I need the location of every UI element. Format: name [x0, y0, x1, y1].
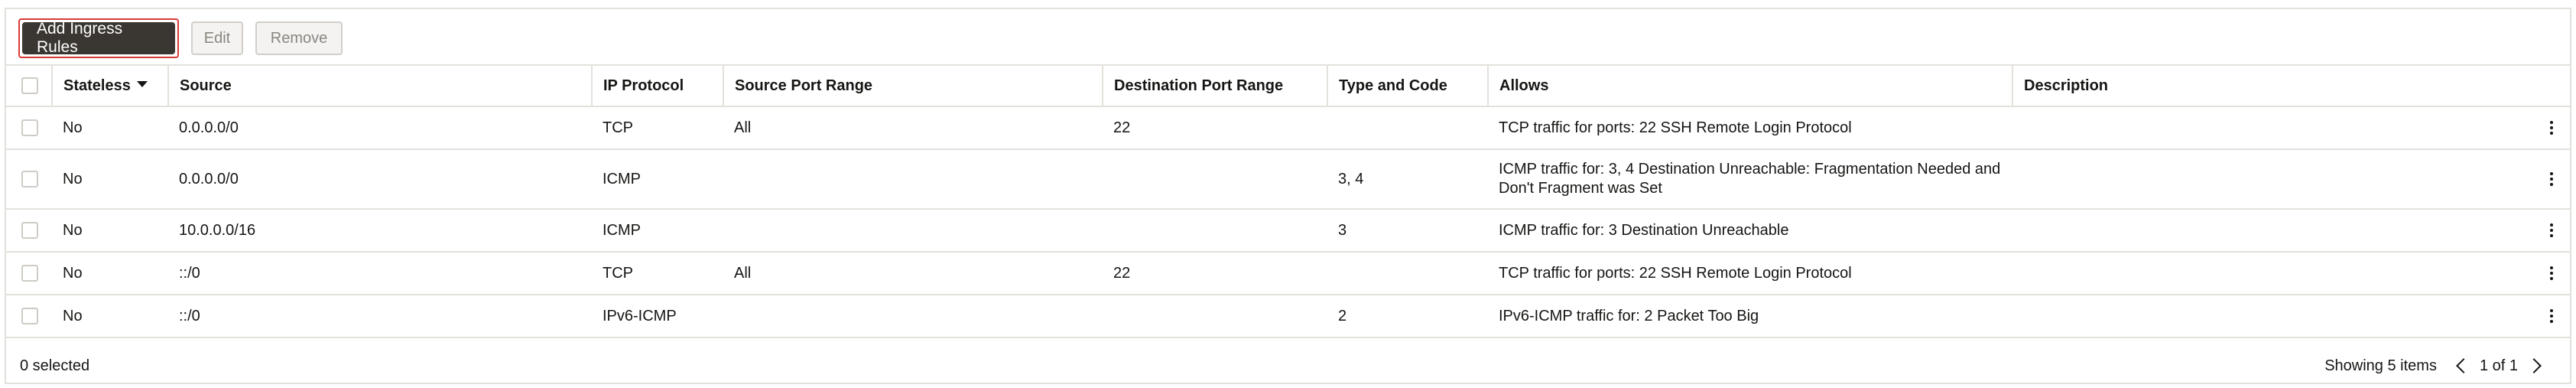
cell-description: [2012, 295, 2570, 338]
remove-button[interactable]: Remove: [255, 21, 343, 55]
edit-button[interactable]: Edit: [191, 21, 243, 55]
pagination: Showing 5 items 1 of 1: [2324, 357, 2555, 375]
kebab-menu-icon[interactable]: [2544, 223, 2559, 237]
ingress-rules-table: Stateless Source IP Protocol Source Port…: [6, 64, 2570, 338]
page-indicator: 1 of 1: [2479, 357, 2518, 374]
cell-source: 10.0.0.0/16: [168, 209, 592, 253]
header-ip-protocol[interactable]: IP Protocol: [591, 64, 723, 107]
cell-source: 0.0.0.0/0: [168, 149, 592, 210]
cell-source-port-range: [723, 149, 1103, 210]
row-select-cell: [6, 106, 52, 150]
cell-destination-port-range: [1103, 209, 1327, 253]
cell-type-and-code: 3: [1327, 209, 1488, 253]
header-description[interactable]: Description: [2012, 64, 2570, 107]
header-select-all: [6, 64, 52, 107]
cell-type-and-code: 3, 4: [1327, 149, 1488, 210]
cell-ip-protocol: ICMP: [592, 209, 723, 253]
row-checkbox[interactable]: [21, 308, 38, 324]
header-type-and-code[interactable]: Type and Code: [1327, 64, 1488, 107]
header-stateless[interactable]: Stateless: [51, 64, 168, 107]
cell-allows: ICMP traffic for: 3, 4 Destination Unrea…: [1488, 149, 2012, 210]
table-row[interactable]: No ::/0 TCP All 22 TCP traffic for ports…: [6, 252, 2570, 295]
toolbar: Add Ingress Rules Edit Remove: [18, 18, 343, 58]
cell-source-port-range: [723, 295, 1103, 338]
cell-destination-port-range: 22: [1103, 252, 1327, 295]
cell-destination-port-range: 22: [1103, 106, 1327, 150]
row-checkbox[interactable]: [21, 265, 38, 282]
cell-description: [2012, 149, 2570, 210]
cell-ip-protocol: IPv6-ICMP: [592, 295, 723, 338]
cell-source-port-range: All: [723, 106, 1103, 150]
table-row[interactable]: No ::/0 IPv6-ICMP 2 IPv6-ICMP traffic fo…: [6, 295, 2570, 338]
cell-source-port-range: [723, 209, 1103, 253]
ingress-rules-panel: Add Ingress Rules Edit Remove Stateless …: [5, 8, 2571, 384]
chevron-left-icon[interactable]: [2456, 358, 2471, 373]
cell-description: [2012, 209, 2570, 253]
sort-descending-icon[interactable]: [136, 81, 148, 88]
kebab-menu-icon[interactable]: [2544, 172, 2559, 186]
cell-stateless: No: [52, 209, 168, 253]
showing-items-text: Showing 5 items: [2324, 357, 2437, 374]
header-source[interactable]: Source: [167, 64, 592, 107]
table-header-row: Stateless Source IP Protocol Source Port…: [6, 64, 2570, 107]
kebab-menu-icon[interactable]: [2544, 121, 2559, 135]
row-checkbox[interactable]: [21, 171, 38, 187]
cell-type-and-code: 2: [1327, 295, 1488, 338]
cell-source: 0.0.0.0/0: [168, 106, 592, 150]
cell-destination-port-range: [1103, 149, 1327, 210]
kebab-menu-icon[interactable]: [2544, 309, 2559, 323]
table-row[interactable]: No 0.0.0.0/0 TCP All 22 TCP traffic for …: [6, 106, 2570, 150]
cell-ip-protocol: ICMP: [592, 149, 723, 210]
cell-stateless: No: [52, 252, 168, 295]
add-ingress-rules-button[interactable]: Add Ingress Rules: [22, 20, 175, 56]
cell-ip-protocol: TCP: [592, 252, 723, 295]
kebab-menu-icon[interactable]: [2544, 266, 2559, 280]
cell-ip-protocol: TCP: [592, 106, 723, 150]
table-row[interactable]: No 10.0.0.0/16 ICMP 3 ICMP traffic for: …: [6, 209, 2570, 253]
chevron-right-icon[interactable]: [2526, 358, 2542, 373]
cell-allows: TCP traffic for ports: 22 SSH Remote Log…: [1488, 106, 2012, 150]
header-stateless-label: Stateless: [63, 77, 131, 94]
cell-destination-port-range: [1103, 295, 1327, 338]
header-allows[interactable]: Allows: [1487, 64, 2012, 107]
cell-stateless: No: [52, 106, 168, 150]
row-select-cell: [6, 252, 52, 295]
cell-source: ::/0: [168, 295, 592, 338]
cell-allows: TCP traffic for ports: 22 SSH Remote Log…: [1488, 252, 2012, 295]
header-source-port-range[interactable]: Source Port Range: [723, 64, 1103, 107]
cell-stateless: No: [52, 149, 168, 210]
row-checkbox[interactable]: [21, 222, 38, 239]
cell-source-port-range: All: [723, 252, 1103, 295]
cell-allows: IPv6-ICMP traffic for: 2 Packet Too Big: [1488, 295, 2012, 338]
cell-source: ::/0: [168, 252, 592, 295]
add-button-focus-ring: Add Ingress Rules: [18, 18, 179, 58]
table-row[interactable]: No 0.0.0.0/0 ICMP 3, 4 ICMP traffic for:…: [6, 149, 2570, 210]
header-destination-port-range[interactable]: Destination Port Range: [1102, 64, 1327, 107]
cell-type-and-code: [1327, 252, 1488, 295]
selected-count: 0 selected: [20, 357, 90, 374]
row-select-cell: [6, 209, 52, 253]
cell-allows: ICMP traffic for: 3 Destination Unreacha…: [1488, 209, 2012, 253]
cell-type-and-code: [1327, 106, 1488, 150]
table-footer: 0 selected Showing 5 items 1 of 1: [6, 349, 2570, 383]
page: Add Ingress Rules Edit Remove Stateless …: [0, 0, 2576, 388]
row-select-cell: [6, 149, 52, 210]
row-select-cell: [6, 295, 52, 338]
row-checkbox[interactable]: [21, 119, 38, 136]
cell-description: [2012, 106, 2570, 150]
select-all-checkbox[interactable]: [21, 77, 38, 94]
cell-stateless: No: [52, 295, 168, 338]
cell-description: [2012, 252, 2570, 295]
